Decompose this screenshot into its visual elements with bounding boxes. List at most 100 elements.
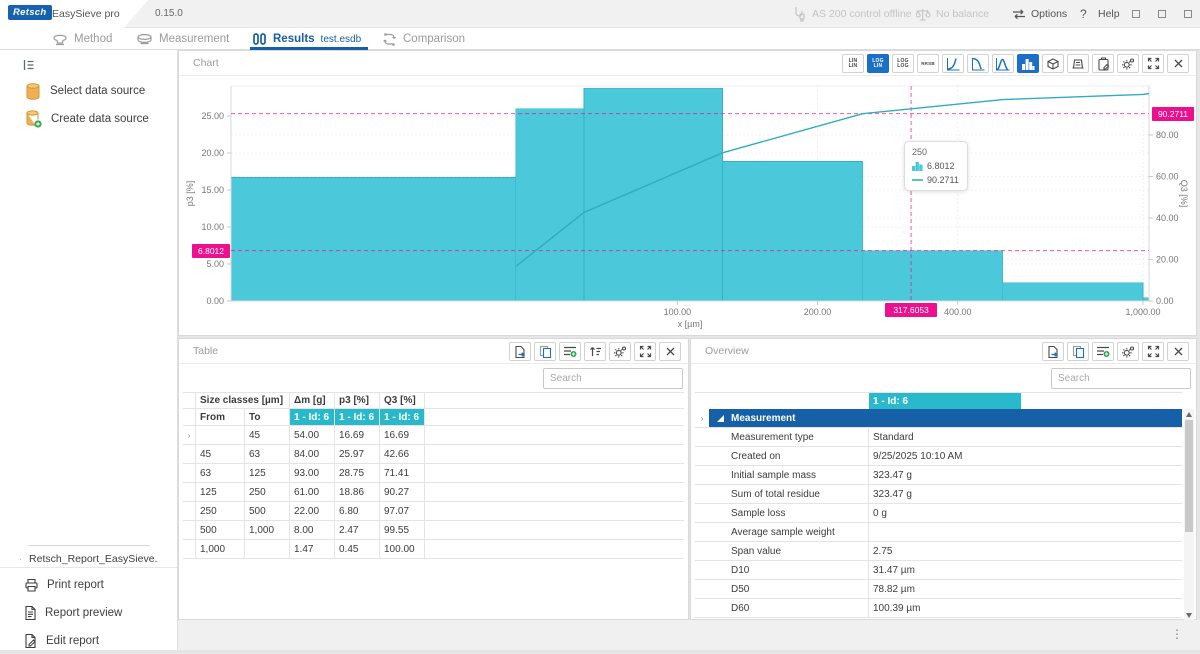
- overview-panel: Overview: [690, 338, 1197, 620]
- sidebar-item-create-data-source[interactable]: Create data source: [0, 106, 178, 132]
- table-close-button[interactable]: [659, 342, 681, 361]
- sidebar-item-print-report[interactable]: Print report: [0, 572, 178, 598]
- sidebar-item-edit-report[interactable]: Edit report: [0, 628, 178, 654]
- copy-chart-button[interactable]: [1092, 54, 1114, 73]
- table-column-chooser-button[interactable]: [559, 342, 581, 361]
- device-status: AS 200 control offline: [793, 0, 912, 28]
- column-header-from[interactable]: From: [196, 409, 245, 425]
- overview-row[interactable]: Sum of total residue323.47 g: [695, 485, 1182, 504]
- options-button[interactable]: Options: [1012, 0, 1067, 28]
- overview-group-row-measurement[interactable]: › Measurement: [695, 409, 1182, 428]
- scrollbar-thumb[interactable]: [1185, 420, 1193, 532]
- help-shortcut-button[interactable]: ?: [1080, 0, 1087, 28]
- row-indicator: ›: [183, 426, 196, 444]
- overview-row[interactable]: Span value2.75: [695, 542, 1182, 561]
- sidebar-item-report-preview[interactable]: Report preview: [0, 600, 178, 626]
- table-row[interactable]: 12525061.0018.8690.27: [183, 483, 684, 502]
- table-search-input[interactable]: [543, 368, 683, 389]
- svg-text:Q3 [%]: Q3 [%]: [1179, 180, 1189, 208]
- overview-row[interactable]: D5078.82 µm: [695, 580, 1182, 599]
- table-row[interactable]: 5001,0008.002.4799.55: [183, 521, 684, 540]
- overview-fullscreen-button[interactable]: [1142, 342, 1164, 361]
- characteristics-button[interactable]: [1042, 54, 1064, 73]
- overview-row[interactable]: Initial sample mass323.47 g: [695, 466, 1182, 485]
- table-export-button[interactable]: [509, 342, 531, 361]
- sieve-stack-button[interactable]: [1067, 54, 1089, 73]
- one-minus-q3-curve-button[interactable]: [967, 54, 989, 73]
- scale-rrsb-button[interactable]: RRSB: [917, 54, 939, 73]
- chart-toolbar: LINLIN LOGLIN LOGLOG RRSB: [842, 54, 1189, 73]
- table-row[interactable]: 1,0001.470.45100.00: [183, 540, 684, 559]
- overview-scrollbar[interactable]: [1184, 409, 1194, 621]
- table-panel-title: Table: [193, 345, 218, 357]
- scale-log-log-button[interactable]: LOGLOG: [892, 54, 914, 73]
- measurement-icon: [136, 33, 153, 46]
- table-row[interactable]: 25050022.006.8097.07: [183, 502, 684, 521]
- chart-settings-button[interactable]: [1117, 54, 1139, 73]
- table-fullscreen-button[interactable]: [634, 342, 656, 361]
- table-sort-button[interactable]: [584, 342, 606, 361]
- table-row[interactable]: 6312593.0028.7571.41: [183, 464, 684, 483]
- overview-row[interactable]: Created on9/25/2025 10:10 AM: [695, 447, 1182, 466]
- column-header-to[interactable]: To: [245, 409, 290, 425]
- svg-text:80.00: 80.00: [1156, 130, 1179, 140]
- overview-row[interactable]: Measurement typeStandard: [695, 428, 1182, 447]
- overview-column-chooser-button[interactable]: [1092, 342, 1114, 361]
- window-close-icon[interactable]: [1184, 10, 1192, 18]
- column-header-p3[interactable]: p3 [%]: [335, 393, 380, 408]
- series-header-p3[interactable]: 1 - Id: 6: [335, 409, 380, 425]
- printer-icon: [24, 578, 39, 593]
- tab-method[interactable]: Method: [52, 28, 112, 50]
- scale-lin-lin-button[interactable]: LINLIN: [842, 54, 864, 73]
- scrollbar-down-icon[interactable]: [1186, 613, 1192, 618]
- overview-export-button[interactable]: [1042, 342, 1064, 361]
- tab-measurement[interactable]: Measurement: [136, 28, 229, 50]
- table-copy-button[interactable]: [534, 342, 556, 361]
- overview-row[interactable]: D1031.47 µm: [695, 561, 1182, 580]
- q3-curve-button[interactable]: [942, 54, 964, 73]
- overview-row[interactable]: D60100.39 µm: [695, 599, 1182, 618]
- overview-row-label: Span value: [723, 542, 869, 560]
- table-body: ›4554.0016.6916.69456384.0025.9742.66631…: [183, 426, 684, 559]
- p3-curve-button[interactable]: [992, 54, 1014, 73]
- expand-triangle-icon[interactable]: [717, 415, 724, 422]
- report-template-selector[interactable]: Retsch_Report_EasySieve.: [0, 546, 178, 572]
- table-row[interactable]: ›4554.0016.6916.69: [183, 426, 684, 445]
- overview-copy-button[interactable]: [1067, 342, 1089, 361]
- window-controls: [1132, 0, 1192, 28]
- help-button[interactable]: Help: [1098, 0, 1120, 28]
- table-settings-button[interactable]: [609, 342, 631, 361]
- window-maximize-icon[interactable]: [1158, 10, 1166, 18]
- column-header-q3[interactable]: Q3 [%]: [380, 393, 425, 408]
- histogram-button[interactable]: [1017, 54, 1039, 73]
- row-indicator: ›: [695, 409, 709, 427]
- overview-row-value: 100.39 µm: [869, 599, 1021, 617]
- table-row[interactable]: 456384.0025.9742.66: [183, 445, 684, 464]
- chart-fullscreen-button[interactable]: [1142, 54, 1164, 73]
- column-header-size-classes[interactable]: Size classes [µm]: [196, 393, 290, 408]
- series-header-dm[interactable]: 1 - Id: 6: [290, 409, 335, 425]
- column-header-dm[interactable]: Δm [g]: [290, 393, 335, 408]
- method-icon: [52, 32, 68, 46]
- scale-log-lin-button[interactable]: LOGLIN: [867, 54, 889, 73]
- overview-toolbar: [1042, 342, 1189, 361]
- window-minimize-icon[interactable]: [1132, 10, 1140, 18]
- overview-search-input[interactable]: [1051, 368, 1191, 389]
- chart-close-button[interactable]: [1167, 54, 1189, 73]
- sidebar-item-select-data-source[interactable]: Select data source: [0, 78, 178, 104]
- balance-icon: [916, 7, 931, 22]
- scrollbar-up-icon[interactable]: [1186, 412, 1192, 417]
- overview-row[interactable]: Sample loss0 g: [695, 504, 1182, 523]
- overview-series-header[interactable]: 1 - Id: 6: [869, 393, 1021, 409]
- tab-comparison[interactable]: Comparison: [382, 28, 465, 50]
- overview-group-label: Measurement: [731, 413, 795, 424]
- overview-close-button[interactable]: [1167, 342, 1189, 361]
- sieve-analysis-chart[interactable]: 0.005.0010.0015.0020.0025.000.0020.0040.…: [179, 77, 1198, 335]
- svg-text:1,000.00: 1,000.00: [1125, 307, 1160, 317]
- series-header-q3[interactable]: 1 - Id: 6: [380, 409, 425, 425]
- more-options-icon[interactable]: ⋮: [1171, 627, 1184, 641]
- overview-row[interactable]: Average sample weight: [695, 523, 1182, 542]
- overview-settings-button[interactable]: [1117, 342, 1139, 361]
- collapse-sidebar-icon[interactable]: [22, 58, 36, 72]
- svg-text:20.00: 20.00: [1156, 255, 1179, 265]
